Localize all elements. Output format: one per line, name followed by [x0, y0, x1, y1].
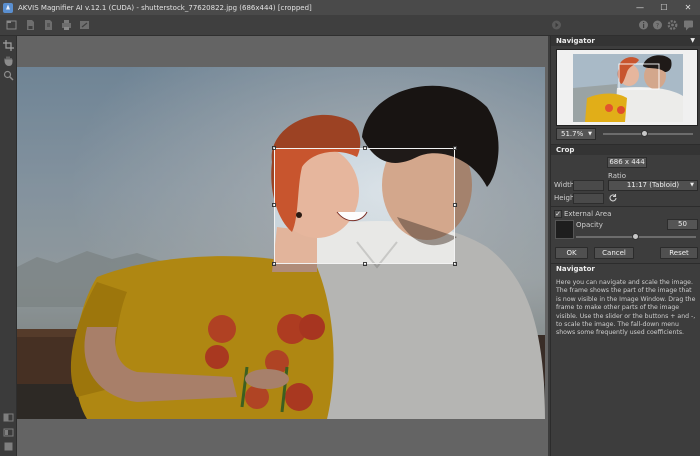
crop-handle-bottom[interactable] — [363, 262, 367, 266]
maximize-button[interactable]: ☐ — [652, 0, 676, 15]
window-controls: — ☐ ✕ — [628, 0, 700, 15]
zoom-tool-icon[interactable] — [3, 70, 14, 81]
notifications-icon[interactable] — [683, 19, 694, 31]
crop-handle-top-right[interactable] — [453, 146, 457, 150]
height-field[interactable] — [573, 193, 604, 204]
open-icon[interactable] — [6, 19, 17, 31]
width-label: Width — [554, 181, 575, 189]
before-after-icon[interactable] — [3, 412, 14, 423]
minimize-button[interactable]: — — [628, 0, 652, 15]
settings-icon[interactable] — [667, 19, 678, 31]
swap-orientation-icon[interactable] — [608, 193, 618, 203]
opacity-slider-handle[interactable] — [632, 233, 639, 240]
crop-tool-icon[interactable] — [3, 40, 14, 51]
cancel-button[interactable]: Cancel — [594, 247, 634, 259]
print-icon[interactable] — [61, 19, 72, 31]
zoom-slider-handle[interactable] — [641, 130, 649, 137]
image-window[interactable] — [17, 36, 548, 456]
help-title: Navigator — [556, 265, 595, 273]
ok-button[interactable]: OK — [555, 247, 588, 259]
panel-toggle-icon[interactable] — [3, 427, 14, 438]
app-logo-icon — [3, 2, 13, 13]
ratio-chevron-down-icon: ▼ — [690, 182, 694, 188]
svg-text:?: ? — [656, 22, 659, 29]
ratio-label: Ratio — [608, 172, 626, 180]
external-area-color-swatch[interactable] — [555, 220, 574, 239]
crop-title: Crop — [556, 146, 575, 154]
settings-panel: Navigator ▼ 51.7% ▼ Crop 686 x 444 Ratio… — [550, 36, 700, 456]
crop-handle-right[interactable] — [453, 203, 457, 207]
run-icon[interactable] — [551, 19, 562, 31]
ratio-dropdown[interactable]: 11:17 (Tabloid) ▼ — [608, 180, 698, 191]
crop-handle-top[interactable] — [363, 146, 367, 150]
crop-handle-bottom-right[interactable] — [453, 262, 457, 266]
save-icon[interactable] — [25, 19, 36, 31]
opacity-field[interactable]: 50 — [667, 219, 698, 230]
batch-icon[interactable] — [43, 19, 54, 31]
opacity-label: Opacity — [576, 221, 603, 229]
chevron-down-icon: ▼ — [588, 131, 592, 137]
width-field[interactable] — [573, 180, 604, 191]
title-bar: AKVIS Magnifier AI v.12.1 (CUDA) - shutt… — [0, 0, 700, 15]
crop-handle-bottom-left[interactable] — [272, 262, 276, 266]
help-header: Navigator — [551, 264, 700, 274]
collapse-icon[interactable]: ▼ — [690, 36, 695, 46]
external-area-label: External Area — [564, 210, 612, 218]
window-title: AKVIS Magnifier AI v.12.1 (CUDA) - shutt… — [18, 3, 312, 12]
help-icon[interactable]: ? — [652, 19, 663, 31]
help-text: Here you can navigate and scale the imag… — [556, 279, 696, 337]
zoom-value: 51.7% — [561, 130, 584, 138]
toolbar: ? — [0, 15, 700, 36]
tools-panel — [0, 36, 17, 456]
info-icon[interactable] — [638, 19, 649, 31]
hand-tool-icon[interactable] — [3, 55, 14, 67]
navigator-header: Navigator ▼ — [551, 36, 700, 46]
external-area-checkbox[interactable]: ✓ — [554, 210, 562, 218]
image-size-display: 686 x 444 — [607, 157, 647, 168]
crop-frame[interactable] — [272, 146, 457, 266]
ratio-value: 11:17 (Tabloid) — [626, 181, 680, 189]
share-icon[interactable] — [79, 19, 90, 31]
crop-header: Crop — [551, 145, 700, 155]
fit-icon[interactable] — [3, 441, 14, 452]
zoom-dropdown[interactable]: 51.7% ▼ — [556, 128, 596, 140]
photo-image — [17, 67, 545, 419]
navigator-title: Navigator — [556, 37, 595, 45]
navigator-preview[interactable] — [556, 49, 698, 126]
crop-handle-left[interactable] — [272, 203, 276, 207]
crop-handle-top-left[interactable] — [272, 146, 276, 150]
close-button[interactable]: ✕ — [676, 0, 700, 15]
reset-button[interactable]: Reset — [660, 247, 698, 259]
